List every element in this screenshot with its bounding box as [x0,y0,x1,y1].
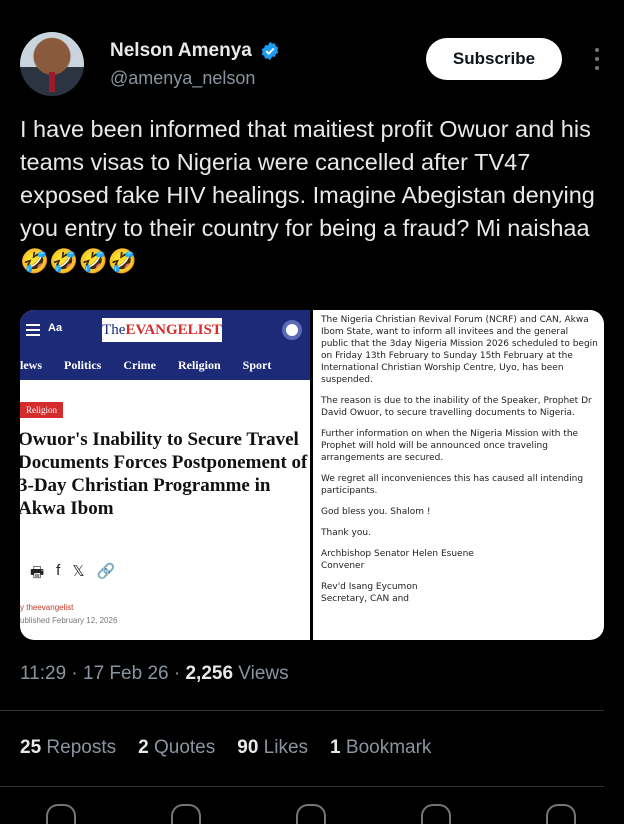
facebook-icon: f [56,562,61,579]
nav-item: Politics [64,357,102,372]
evangelist-nav: lews Politics Crime Religion Sport [20,350,310,380]
tweet-stats: 25 Reposts 2 Quotes 90 Likes 1 Bookmark [20,737,431,759]
nav-item: lews [20,357,42,372]
letter-paragraph: The Nigeria Christian Revival Forum (NCR… [321,315,598,385]
letter-paragraph: We regret all inconveniences this has ca… [321,474,584,496]
quotes-label: Quotes [153,737,216,758]
link-icon: 🔗 [96,563,116,580]
logo-evangelist: EVANGELIST [125,321,222,338]
x-icon: 𝕏 [72,563,85,580]
article-byline: y theevangelist [20,603,74,612]
letter-screenshot-image[interactable]: The Nigeria Christian Revival Forum (NCR… [313,310,604,640]
name-row: Nelson Amenya [110,40,280,62]
avatar[interactable] [20,32,84,96]
more-options-icon[interactable] [594,48,600,72]
letter-text: The Nigeria Christian Revival Forum (NCR… [321,314,598,614]
reply-icon[interactable] [46,804,76,824]
share-icon[interactable] [546,804,576,824]
letter-paragraph: Rev'd Isang Eycumon Secretary, CAN and [321,582,418,604]
letter-paragraph: Further information on when the Nigeria … [321,429,579,463]
settings-icon [282,320,302,340]
avatar-tie [49,72,55,92]
tweet-text: I have been informed that maitiest profi… [20,116,595,274]
reposts-count: 25 [20,737,42,758]
divider [0,710,604,711]
bookmarks-label: Bookmark [345,737,432,758]
letter-paragraph: Archbishop Senator Helen Esuene Convener [321,549,474,571]
divider [0,786,604,787]
tweet-header: Nelson Amenya @amenya_nelson Subscribe [20,30,606,100]
nav-item: Crime [123,357,156,372]
evangelist-screenshot-image[interactable]: Aa The EVANGELIST lews Politics Crime Rel… [20,310,310,640]
author-handle[interactable]: @amenya_nelson [110,68,255,89]
tweet-media[interactable]: Aa The EVANGELIST lews Politics Crime Rel… [20,310,604,640]
text-size-label: Aa [48,322,63,334]
quotes-count: 2 [138,737,149,758]
bookmarks-count: 1 [330,737,341,758]
category-tag: Religion [20,402,63,418]
subscribe-button[interactable]: Subscribe [426,38,562,80]
evangelist-logo: The EVANGELIST [102,318,222,342]
quotes-stat[interactable]: 2 Quotes [138,737,215,759]
print-icon: 🖶 [30,564,45,581]
verified-badge-icon [261,41,279,61]
action-bar [46,804,576,824]
author-name[interactable]: Nelson Amenya [110,40,252,62]
share-icons: 🖶 f 𝕏 🔗 [30,562,115,587]
menu-icon [26,324,40,339]
letter-paragraph: God bless you. Shalom ! [321,507,431,517]
timestamp[interactable]: 11:29 · 17 Feb 26 · [20,663,185,684]
repost-icon[interactable] [171,804,201,824]
nav-item: Sport [242,357,272,372]
likes-count: 90 [237,737,259,758]
logo-the: The [102,321,126,338]
reposts-stat[interactable]: 25 Reposts [20,737,116,759]
likes-stat[interactable]: 90 Likes [237,737,308,759]
evangelist-topbar: Aa The EVANGELIST [20,310,310,350]
letter-paragraph: The reason is due to the inability of th… [321,396,592,418]
article-date: ublished February 12, 2026 [20,616,118,625]
bookmarks-stat[interactable]: 1 Bookmark [330,737,431,759]
views-label: Views [233,663,289,684]
likes-label: Likes [263,737,309,758]
bookmark-icon[interactable] [421,804,451,824]
tweet-meta: 11:29 · 17 Feb 26 · 2,256 Views [20,663,289,685]
nav-item: Religion [177,357,221,372]
views-count: 2,256 [185,663,234,684]
article-headline: Owuor's Inability to Secure Travel Docum… [20,429,308,519]
reposts-label: Reposts [46,737,117,758]
like-icon[interactable] [296,804,326,824]
letter-paragraph: Thank you. [321,528,371,538]
